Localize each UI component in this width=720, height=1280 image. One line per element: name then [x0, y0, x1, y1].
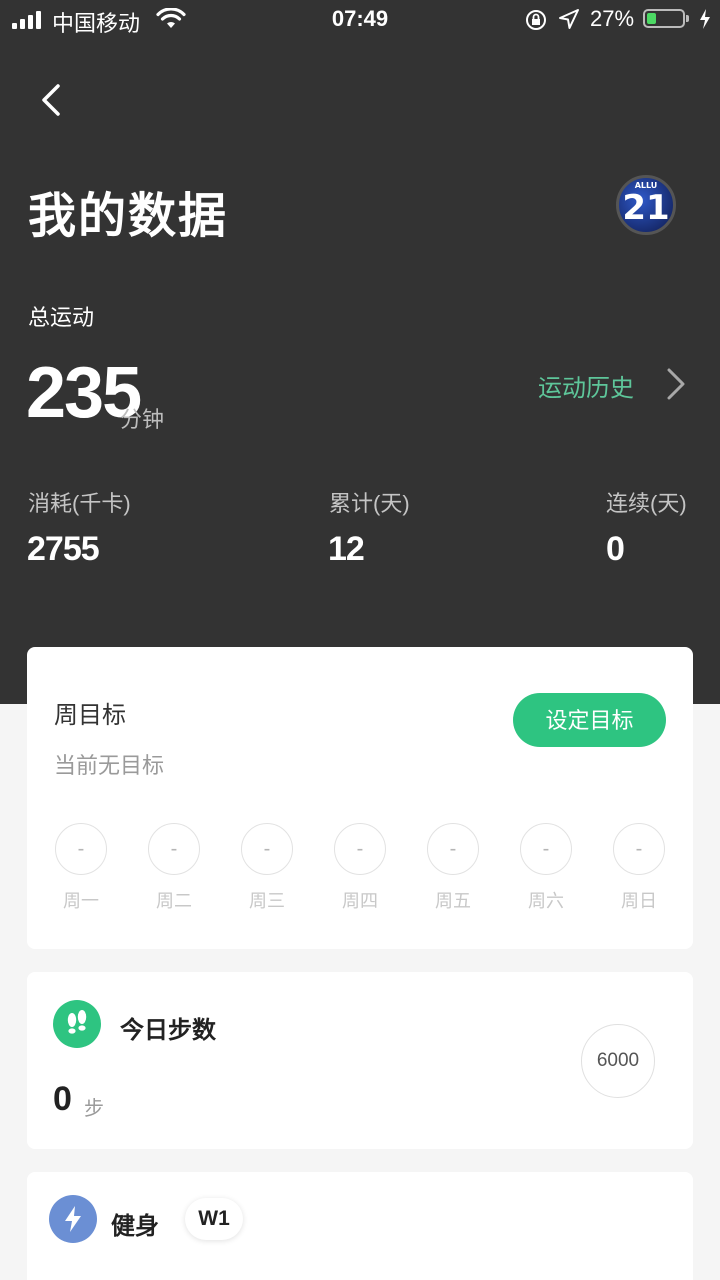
status-bar: 中国移动 07:49 27% — [0, 0, 720, 40]
chevron-right-icon[interactable] — [664, 367, 688, 401]
weekly-goal-card: 周目标 当前无目标 设定目标 - 周一 - 周二 - 周三 - 周四 - 周五 … — [27, 647, 693, 949]
footprints-icon — [53, 1000, 101, 1048]
stat-label-calories: 消耗(千卡) — [28, 491, 131, 516]
day-item: - 周四 — [332, 823, 388, 913]
day-value: - — [334, 823, 386, 875]
steps-card[interactable]: 今日步数 0 步 6000 — [27, 972, 693, 1149]
day-label: 周五 — [435, 891, 471, 911]
set-goal-button[interactable]: 设定目标 — [513, 693, 666, 747]
steps-target: 6000 — [581, 1024, 655, 1098]
steps-title: 今日步数 — [120, 1017, 216, 1044]
day-label: 周三 — [249, 891, 285, 911]
steps-unit: 步 — [84, 1098, 104, 1120]
fitness-week-badge: W1 — [185, 1198, 243, 1240]
day-label: 周二 — [156, 891, 192, 911]
stat-value-streak: 0 — [606, 530, 625, 568]
charging-icon — [700, 9, 710, 29]
day-label: 周四 — [342, 891, 378, 911]
day-value: - — [427, 823, 479, 875]
day-item: - 周二 — [146, 823, 202, 913]
weekly-goal-subtitle: 当前无目标 — [54, 753, 165, 778]
avatar-text: 21 — [622, 188, 670, 228]
battery-icon — [643, 9, 689, 28]
day-item: - 周日 — [611, 823, 667, 913]
day-value: - — [55, 823, 107, 875]
day-value: - — [613, 823, 665, 875]
history-link[interactable]: 运动历史 — [538, 368, 634, 403]
back-icon[interactable] — [34, 80, 74, 120]
day-item: - 周五 — [425, 823, 481, 913]
stat-label-streak: 连续(天) — [606, 491, 687, 516]
weekly-goal-title: 周目标 — [54, 702, 126, 729]
avatar-small-text: ALLU — [634, 181, 658, 190]
day-value: - — [520, 823, 572, 875]
steps-value: 0 — [53, 1080, 72, 1118]
day-item: - 周六 — [518, 823, 574, 913]
rotation-lock-icon — [526, 10, 546, 30]
fitness-card[interactable]: 健身 W1 — [27, 1172, 693, 1280]
lightning-icon — [49, 1195, 97, 1243]
header-area: 中国移动 07:49 27% 我的数据 ALLU 21 总运动 235 分钟 运… — [0, 0, 720, 704]
page-title: 我的数据 — [28, 190, 229, 243]
day-item: - 周三 — [239, 823, 295, 913]
stat-value-total-days: 12 — [328, 530, 365, 568]
stat-value-calories: 2755 — [27, 530, 100, 568]
day-value: - — [148, 823, 200, 875]
battery-level — [647, 13, 656, 24]
battery-percent: 27% — [590, 6, 635, 31]
day-item: - 周一 — [53, 823, 109, 913]
avatar[interactable]: ALLU 21 — [616, 175, 676, 235]
stat-label-total-days: 累计(天) — [329, 491, 410, 516]
day-value: - — [241, 823, 293, 875]
day-label: 周六 — [528, 891, 564, 911]
day-label: 周一 — [63, 891, 99, 911]
fitness-title: 健身 — [111, 1213, 159, 1240]
day-label: 周日 — [621, 891, 657, 911]
total-label: 总运动 — [28, 305, 95, 330]
total-unit: 分钟 — [120, 407, 165, 432]
location-icon — [559, 9, 579, 29]
